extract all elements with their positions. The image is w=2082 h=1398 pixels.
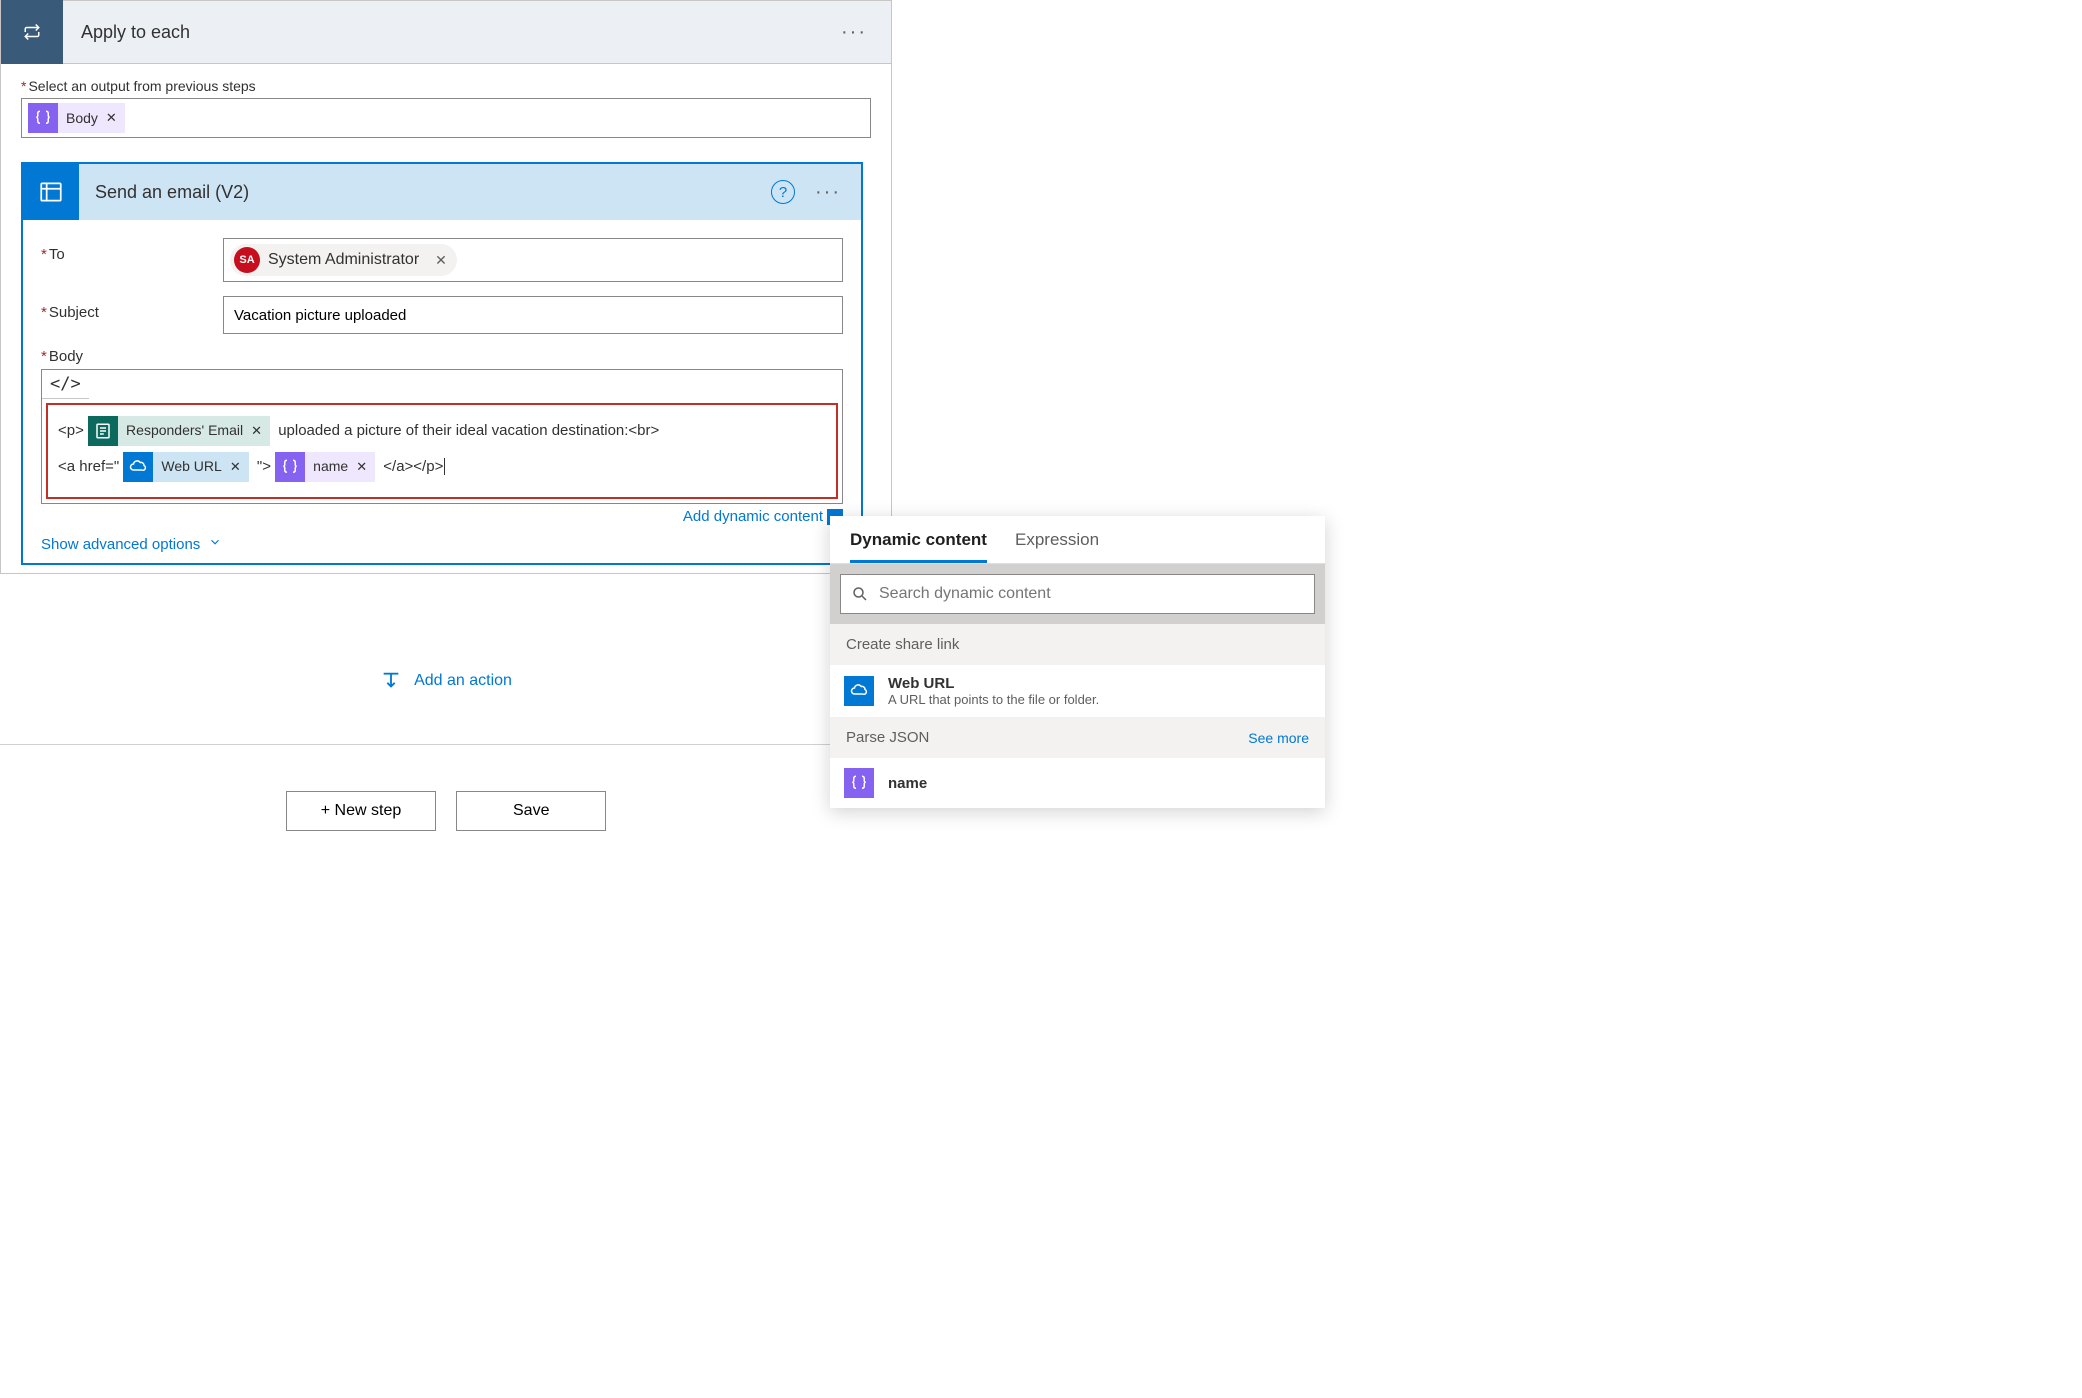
token-responders-email[interactable]: Responders' Email ✕	[88, 416, 270, 446]
dynamic-search[interactable]	[840, 574, 1315, 614]
avatar: SA	[234, 247, 260, 273]
to-label: *To	[41, 238, 223, 263]
json-icon	[275, 452, 305, 482]
dyn-item-name[interactable]: name	[830, 758, 1325, 808]
add-an-action-button[interactable]: Add an action	[0, 670, 892, 692]
token-responders-email-remove-icon[interactable]: ✕	[249, 416, 270, 446]
dyn-item-web-url-desc: A URL that points to the file or folder.	[888, 692, 1099, 707]
token-name[interactable]: name ✕	[275, 452, 375, 482]
token-name-label: name	[305, 452, 354, 482]
show-advanced-options-link[interactable]: Show advanced options	[41, 535, 843, 553]
send-email-body: *To SA System Administrator ✕ *Subject	[23, 220, 861, 563]
token-web-url-remove-icon[interactable]: ✕	[228, 452, 249, 482]
token-name-remove-icon[interactable]: ✕	[354, 452, 375, 482]
code-text: uploaded a picture of their ideal vacati…	[278, 422, 659, 439]
new-step-button[interactable]: + New step	[286, 791, 436, 831]
save-button[interactable]: Save	[456, 791, 606, 831]
section-parse-json: Parse JSON See more	[830, 717, 1325, 758]
onedrive-icon	[123, 452, 153, 482]
code-text: <p>	[58, 422, 84, 439]
section-create-share-link: Create share link	[830, 624, 1325, 665]
tab-expression[interactable]: Expression	[1015, 530, 1099, 563]
send-email-header[interactable]: Send an email (V2) ? ···	[23, 164, 861, 220]
subject-label: *Subject	[41, 296, 223, 321]
footer-buttons: + New step Save	[0, 791, 892, 831]
code-view-toggle[interactable]: </>	[42, 370, 89, 399]
apply-to-each-title: Apply to each	[63, 22, 841, 43]
send-email-title: Send an email (V2)	[79, 182, 771, 203]
code-text: <a href="	[58, 458, 119, 475]
help-icon[interactable]: ?	[771, 180, 795, 204]
token-body-label: Body	[58, 103, 104, 133]
divider	[0, 744, 892, 745]
outlook-icon	[23, 164, 79, 220]
token-body-remove-icon[interactable]: ✕	[104, 103, 125, 133]
onedrive-icon	[844, 676, 874, 706]
search-icon	[851, 585, 869, 603]
to-input[interactable]: SA System Administrator ✕	[223, 238, 843, 282]
to-person-remove-icon[interactable]: ✕	[435, 252, 447, 269]
token-body[interactable]: Body ✕	[28, 103, 125, 133]
apply-to-each-menu-icon[interactable]: ···	[841, 21, 891, 44]
dynamic-search-wrap	[830, 564, 1325, 624]
chevron-down-icon	[208, 535, 222, 553]
json-icon	[844, 768, 874, 798]
forms-icon	[88, 416, 118, 446]
select-output-input[interactable]: Body ✕	[21, 98, 871, 138]
loop-icon	[1, 0, 63, 64]
text-cursor	[444, 458, 449, 475]
dynamic-search-input[interactable]	[879, 585, 1304, 603]
body-editor: </> <p> Responders' Email ✕ uploaded a p…	[41, 369, 843, 504]
dynamic-content-tabs: Dynamic content Expression	[830, 516, 1325, 564]
required-star: *	[21, 78, 26, 94]
see-more-link[interactable]: See more	[1248, 730, 1309, 746]
json-icon	[28, 103, 58, 133]
code-text: ">	[257, 458, 271, 475]
token-web-url-label: Web URL	[153, 452, 227, 482]
select-output-label: *Select an output from previous steps	[21, 78, 871, 94]
dynamic-content-panel: Dynamic content Expression Create share …	[830, 516, 1325, 808]
body-content[interactable]: <p> Responders' Email ✕ uploaded a pictu…	[46, 403, 838, 499]
send-email-menu-icon[interactable]: ···	[815, 181, 861, 204]
to-person-chip[interactable]: SA System Administrator ✕	[230, 244, 457, 276]
add-dynamic-content-link[interactable]: Add dynamic content	[41, 508, 843, 525]
dyn-item-web-url-name: Web URL	[888, 675, 1099, 692]
tab-dynamic-content[interactable]: Dynamic content	[850, 530, 987, 563]
to-row: *To SA System Administrator ✕	[41, 238, 843, 282]
token-responders-email-label: Responders' Email	[118, 416, 249, 446]
insert-step-icon	[380, 670, 402, 692]
subject-input[interactable]	[223, 296, 843, 334]
apply-to-each-header[interactable]: Apply to each ···	[0, 0, 892, 64]
subject-row: *Subject	[41, 296, 843, 334]
dyn-item-web-url[interactable]: Web URL A URL that points to the file or…	[830, 665, 1325, 717]
apply-to-each-panel: *Select an output from previous steps Bo…	[0, 64, 892, 574]
to-person-name: System Administrator	[268, 251, 419, 269]
send-email-card: Send an email (V2) ? ··· *To SA System A…	[21, 162, 863, 565]
dyn-item-name-name: name	[888, 775, 927, 792]
token-web-url[interactable]: Web URL ✕	[123, 452, 248, 482]
code-text: </a></p>	[383, 458, 443, 475]
body-label: *Body	[41, 348, 843, 365]
